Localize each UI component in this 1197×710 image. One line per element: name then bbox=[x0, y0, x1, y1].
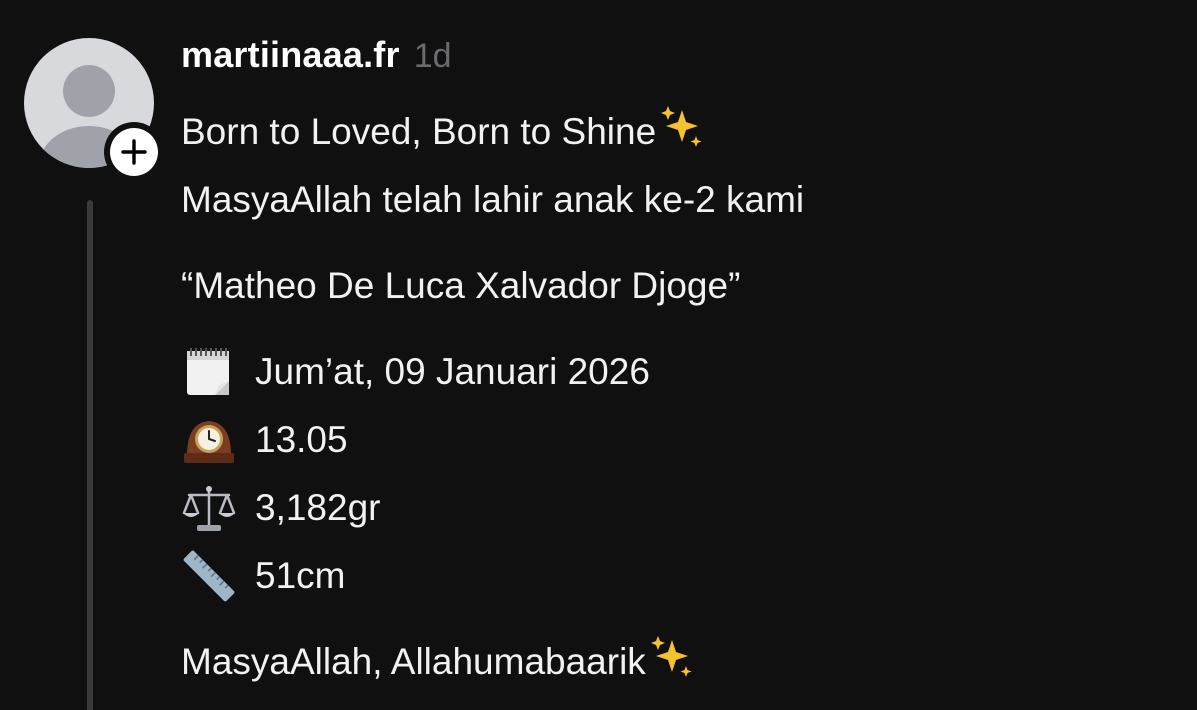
birth-date-text: Jum’at, 09 Januari 2026 bbox=[255, 351, 650, 392]
thread-line bbox=[87, 200, 93, 710]
detail-row-date: Jum’at, 09 Januari 2026 bbox=[181, 338, 1181, 406]
closing-line: MasyaAllah, Allahumabaarik bbox=[181, 628, 1181, 696]
birth-weight-text: 3,182gr bbox=[255, 487, 381, 528]
sparkles-icon bbox=[650, 636, 692, 677]
post-header: martiinaaa.fr 1d bbox=[181, 34, 1181, 82]
sparkles-icon bbox=[661, 106, 702, 147]
detail-row-weight: 3,182gr bbox=[181, 474, 1181, 542]
post-timestamp[interactable]: 1d bbox=[414, 37, 452, 76]
detail-row-length: 51cm bbox=[181, 542, 1181, 610]
caption-line-1: Born to Loved, Born to Shine bbox=[181, 98, 1181, 166]
caption-line-2: MasyaAllah telah lahir anak ke-2 kami bbox=[181, 179, 805, 220]
ruler-icon bbox=[181, 548, 237, 604]
birth-length-text: 51cm bbox=[255, 555, 346, 596]
follow-button[interactable] bbox=[104, 122, 164, 182]
calendar-icon bbox=[181, 344, 237, 400]
post-content: martiinaaa.fr 1d Born to Loved, Born to … bbox=[181, 34, 1181, 696]
closing-line-text: MasyaAllah, Allahumabaarik bbox=[181, 641, 646, 682]
mantelpiece-clock-icon bbox=[181, 412, 237, 468]
birth-time-text: 13.05 bbox=[255, 419, 348, 460]
balance-scale-icon bbox=[181, 480, 237, 536]
plus-icon bbox=[110, 128, 158, 176]
username-link[interactable]: martiinaaa.fr bbox=[181, 34, 400, 76]
baby-name-line: “Matheo De Luca Xalvador Djoge” bbox=[181, 265, 741, 306]
caption-line-1-text: Born to Loved, Born to Shine bbox=[181, 111, 657, 152]
avatar-head-shape bbox=[63, 65, 115, 117]
detail-row-time: 13.05 bbox=[181, 406, 1181, 474]
thread-post: martiinaaa.fr 1d Born to Loved, Born to … bbox=[0, 0, 1197, 710]
